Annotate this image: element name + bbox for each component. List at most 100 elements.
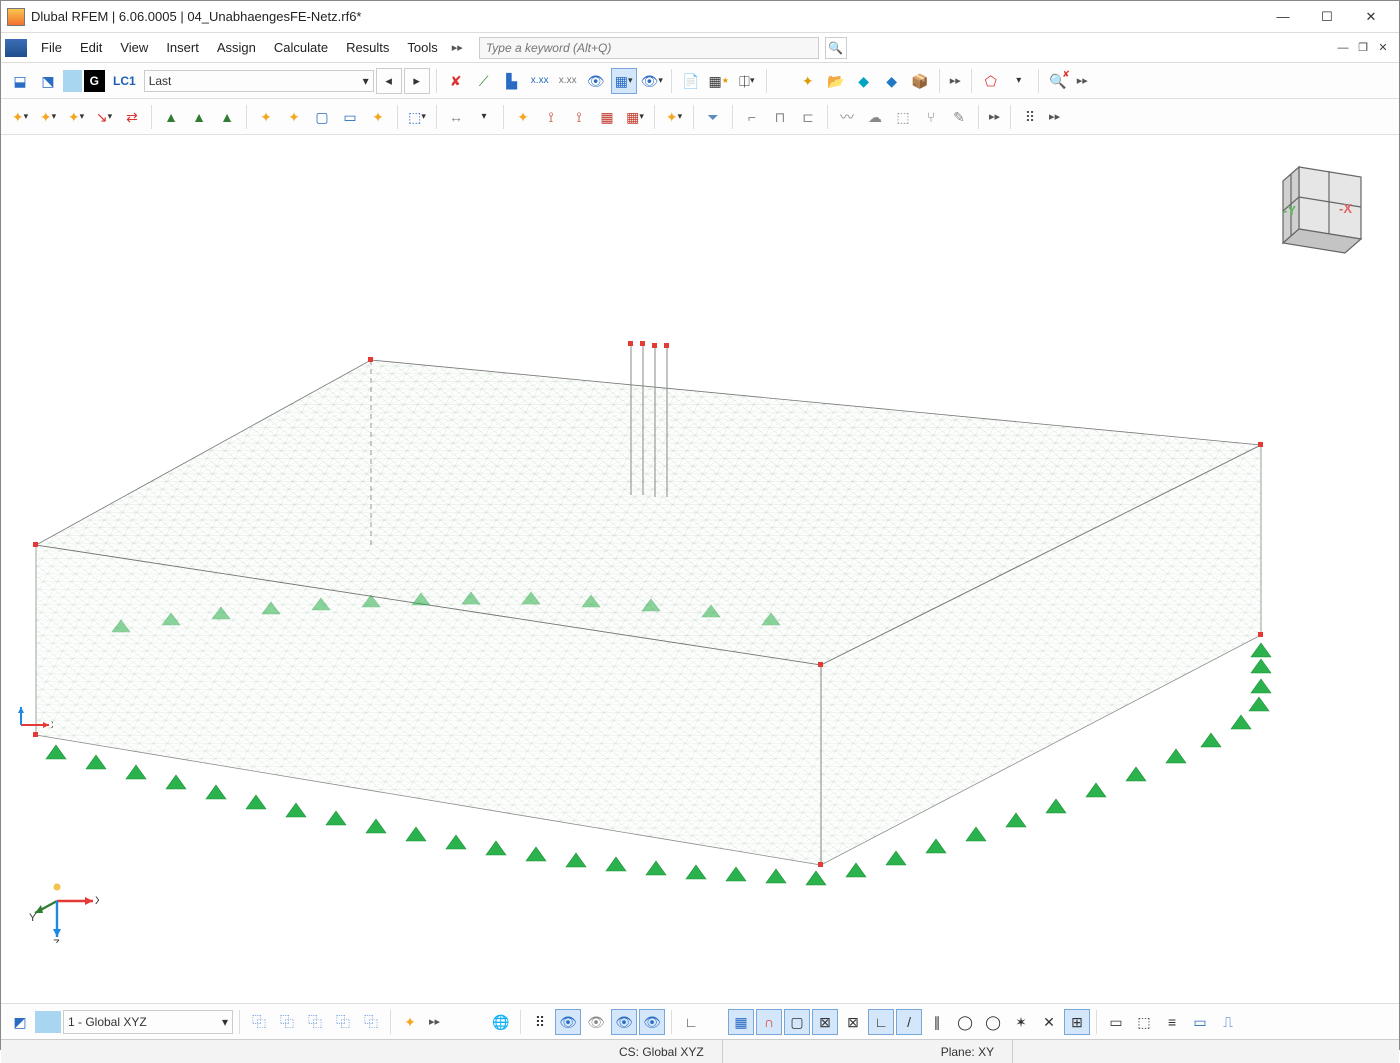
grid-dots-icon[interactable]: ⠿: [1017, 104, 1043, 130]
view-select[interactable]: 1 - Global XYZ▾: [63, 1010, 233, 1034]
menu-results[interactable]: Results: [338, 37, 397, 58]
search-button[interactable]: 🔍: [825, 37, 847, 59]
loadcase-next-button[interactable]: ▸: [404, 68, 430, 94]
new-opening-icon[interactable]: ✦: [281, 104, 307, 130]
select-dropdown[interactable]: ▾: [1006, 68, 1032, 94]
panel-settings-icon[interactable]: ⎅▾: [734, 68, 760, 94]
loadcase-select[interactable]: Last▾: [144, 70, 374, 92]
visibility-mode-icon[interactable]: 👁▾: [639, 68, 665, 94]
dimension-dropdown[interactable]: ▾: [471, 104, 497, 130]
print-report-icon[interactable]: 📄: [678, 68, 704, 94]
toolbar2-overflow-b[interactable]: ▸▸: [1045, 110, 1064, 123]
line-load-icon[interactable]: ⟟: [538, 104, 564, 130]
view-color-chip[interactable]: [35, 1011, 61, 1033]
menu-assign[interactable]: Assign: [209, 37, 264, 58]
snap-grid9-icon[interactable]: ⊞: [1064, 1009, 1090, 1035]
loadcase-code[interactable]: LC1: [107, 70, 142, 92]
show-values-icon[interactable]: x.xx: [527, 68, 553, 94]
navigation-cube[interactable]: -X -Y: [1269, 149, 1379, 259]
menu-calculate[interactable]: Calculate: [266, 37, 336, 58]
pencil-icon[interactable]: ✎: [946, 104, 972, 130]
show-designations-icon[interactable]: x.xx: [555, 68, 581, 94]
copy-view2-icon[interactable]: ⿻: [274, 1009, 300, 1035]
zoom-find-icon[interactable]: 🔍✘: [1045, 68, 1071, 94]
table-settings-icon[interactable]: ▦★: [706, 68, 732, 94]
snap-corner-icon[interactable]: ∟: [868, 1009, 894, 1035]
new-polyline-icon[interactable]: ↘▾: [91, 104, 117, 130]
nodal-load-icon[interactable]: ✦: [510, 104, 536, 130]
menu-overflow[interactable]: ▸▸: [448, 41, 467, 54]
axis-gizmo[interactable]: X Y Z: [27, 871, 99, 943]
snap-cross-icon[interactable]: ✕: [1036, 1009, 1062, 1035]
new-surface-icon[interactable]: ✦: [253, 104, 279, 130]
open-model-icon[interactable]: 📂: [823, 68, 849, 94]
select-polygon-icon[interactable]: ⬠: [978, 68, 1004, 94]
toolbar1-overflow-b[interactable]: ▸▸: [1073, 74, 1092, 87]
free-load-icon[interactable]: ✦▾: [661, 104, 687, 130]
work-plane-icon[interactable]: ◩: [7, 1009, 33, 1035]
show-solids-icon[interactable]: 👁: [639, 1009, 665, 1035]
view-settings-icon[interactable]: ✦: [397, 1009, 423, 1035]
render-globe-icon[interactable]: 🌐: [488, 1009, 514, 1035]
search-field[interactable]: [479, 37, 819, 59]
copy-view4-icon[interactable]: ⿻: [330, 1009, 356, 1035]
support-reaction-icon[interactable]: ▙: [499, 68, 525, 94]
mdi-minimize-button[interactable]: —: [1335, 41, 1351, 55]
new-solid-icon[interactable]: ▢: [309, 104, 335, 130]
cs-bracket3-icon[interactable]: ⊏: [795, 104, 821, 130]
snap-circle-icon[interactable]: ◯: [952, 1009, 978, 1035]
guide-box-icon[interactable]: ▭: [1103, 1009, 1129, 1035]
cs-bracket1-icon[interactable]: ⌐: [739, 104, 765, 130]
snap-hatch-icon[interactable]: ⊠: [840, 1009, 866, 1035]
show-lines-icon[interactable]: 👁: [583, 1009, 609, 1035]
block-manager-icon[interactable]: 📦: [907, 68, 933, 94]
show-nodes-icon[interactable]: 👁: [555, 1009, 581, 1035]
hide-deform-icon[interactable]: 👁: [583, 68, 609, 94]
guide-rail-icon[interactable]: ▭: [1187, 1009, 1213, 1035]
new-intersection-icon[interactable]: ✦: [365, 104, 391, 130]
wave-icon[interactable]: 〰: [834, 104, 860, 130]
snap-star-icon[interactable]: ✶: [1008, 1009, 1034, 1035]
webservice-icon[interactable]: ◆: [879, 68, 905, 94]
work-plane-yz-icon[interactable]: ⬔: [35, 68, 61, 94]
guide-pin-icon[interactable]: ⎍: [1215, 1009, 1241, 1035]
solid-load-icon[interactable]: ▦▾: [622, 104, 648, 130]
work-plane-xz-icon[interactable]: ⬓: [7, 68, 33, 94]
new-connected-icon[interactable]: ⇄: [119, 104, 145, 130]
toolbar2-overflow-a[interactable]: ▸▸: [985, 110, 1004, 123]
show-grid-small-icon[interactable]: ⠿: [527, 1009, 553, 1035]
line-support-icon[interactable]: ▲: [186, 104, 212, 130]
mdi-close-button[interactable]: ✕: [1375, 41, 1391, 55]
new-thickness-icon[interactable]: ▭: [337, 104, 363, 130]
minimize-button[interactable]: —: [1261, 3, 1305, 31]
copy-view3-icon[interactable]: ⿻: [302, 1009, 328, 1035]
maximize-button[interactable]: ☐: [1305, 3, 1349, 31]
snap-ellipse-icon[interactable]: ◯: [980, 1009, 1006, 1035]
viewport-3d[interactable]: X -X -Y X Y Z: [1, 135, 1399, 1003]
member-results-icon[interactable]: ⟋: [471, 68, 497, 94]
cloud-shape-icon[interactable]: ☁: [862, 104, 888, 130]
menu-view[interactable]: View: [112, 37, 156, 58]
cs-bracket2-icon[interactable]: ⊓: [767, 104, 793, 130]
surface-load-icon[interactable]: ▦: [594, 104, 620, 130]
close-button[interactable]: ✕: [1349, 3, 1393, 31]
snap-grid-icon[interactable]: ▦: [728, 1009, 754, 1035]
snap-dslash-icon[interactable]: ∥: [924, 1009, 950, 1035]
dimension-icon[interactable]: ↔: [443, 104, 469, 130]
show-surfaces-icon[interactable]: 👁: [611, 1009, 637, 1035]
menu-tools[interactable]: Tools: [399, 37, 445, 58]
grid-display-icon[interactable]: ▦▾: [611, 68, 637, 94]
copy-view1-icon[interactable]: ⿻: [246, 1009, 272, 1035]
new-model-icon[interactable]: ✦: [795, 68, 821, 94]
loadcase-type[interactable]: G: [84, 70, 105, 92]
menu-insert[interactable]: Insert: [158, 37, 207, 58]
ortho-angle-icon[interactable]: ∟: [678, 1009, 704, 1035]
filter-icon[interactable]: ⏷: [700, 104, 726, 130]
copy-view5-icon[interactable]: ⿻: [358, 1009, 384, 1035]
menu-file[interactable]: File: [33, 37, 70, 58]
loadcase-prev-button[interactable]: ◂: [376, 68, 402, 94]
snap-rect-icon[interactable]: ▢: [784, 1009, 810, 1035]
guide-dashbox-icon[interactable]: ⬚: [1131, 1009, 1157, 1035]
search-input[interactable]: [479, 37, 819, 59]
snap-magnet-icon[interactable]: ∩: [756, 1009, 782, 1035]
